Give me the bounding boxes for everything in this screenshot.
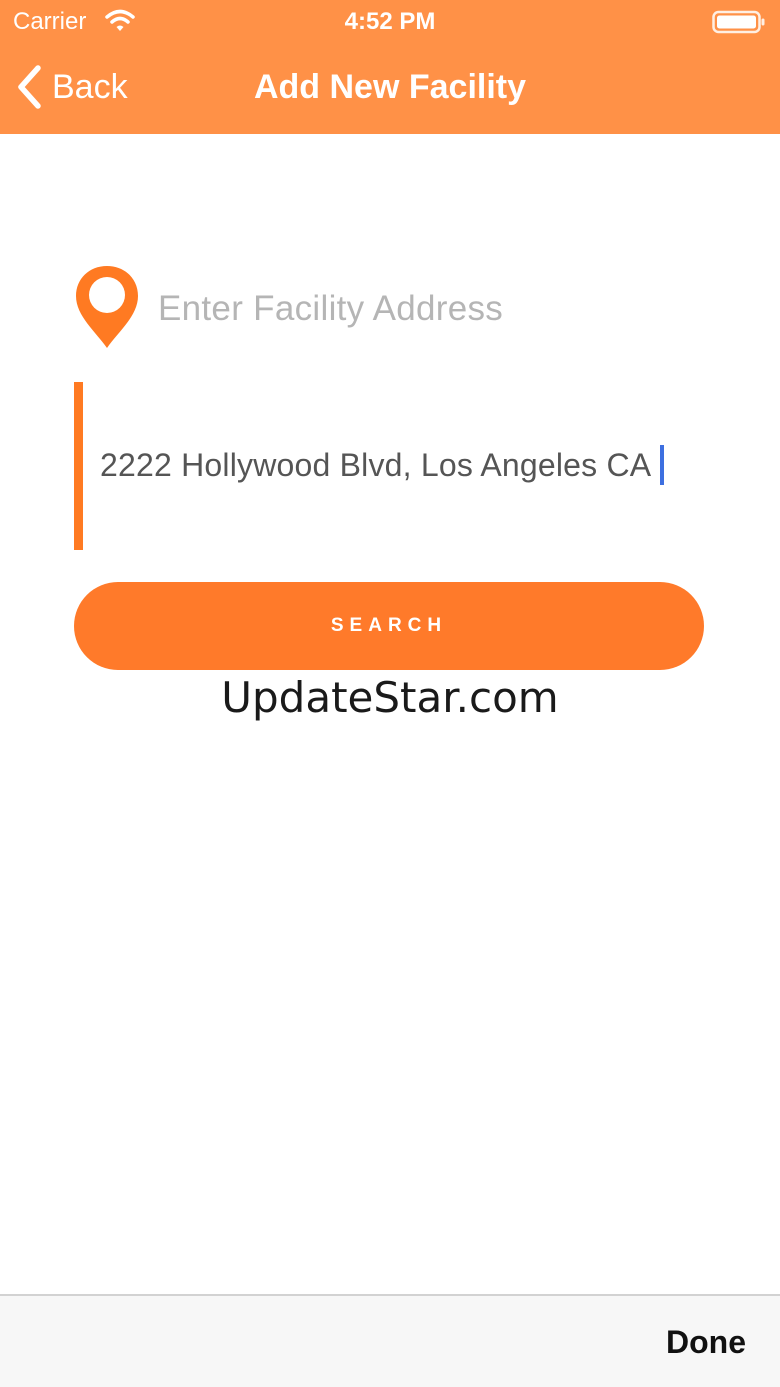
page-title: Add New Facility <box>253 68 527 106</box>
text-caret <box>660 445 664 485</box>
location-pin-icon <box>76 266 138 348</box>
input-accent-bar <box>74 382 83 550</box>
battery-icon <box>712 10 765 34</box>
keyboard-accessory-bar: Done <box>0 1294 780 1387</box>
address-label-row: Enter Facility Address <box>74 264 714 354</box>
nav-bar: Back Add New Facility <box>0 44 780 134</box>
address-input[interactable] <box>100 440 700 490</box>
clock: 4:52 PM <box>344 8 436 35</box>
watermark: UpdateStar.com <box>221 673 559 722</box>
address-input-container <box>74 382 704 550</box>
status-bar: Carrier 4:52 PM <box>0 0 780 44</box>
screen: Carrier 4:52 PM Back Add New Facility En… <box>0 0 780 1387</box>
done-button[interactable]: Done <box>666 1322 746 1362</box>
address-label: Enter Facility Address <box>158 289 504 328</box>
header: Carrier 4:52 PM Back Add New Facility <box>0 0 780 134</box>
search-button[interactable]: SEARCH <box>74 582 704 670</box>
